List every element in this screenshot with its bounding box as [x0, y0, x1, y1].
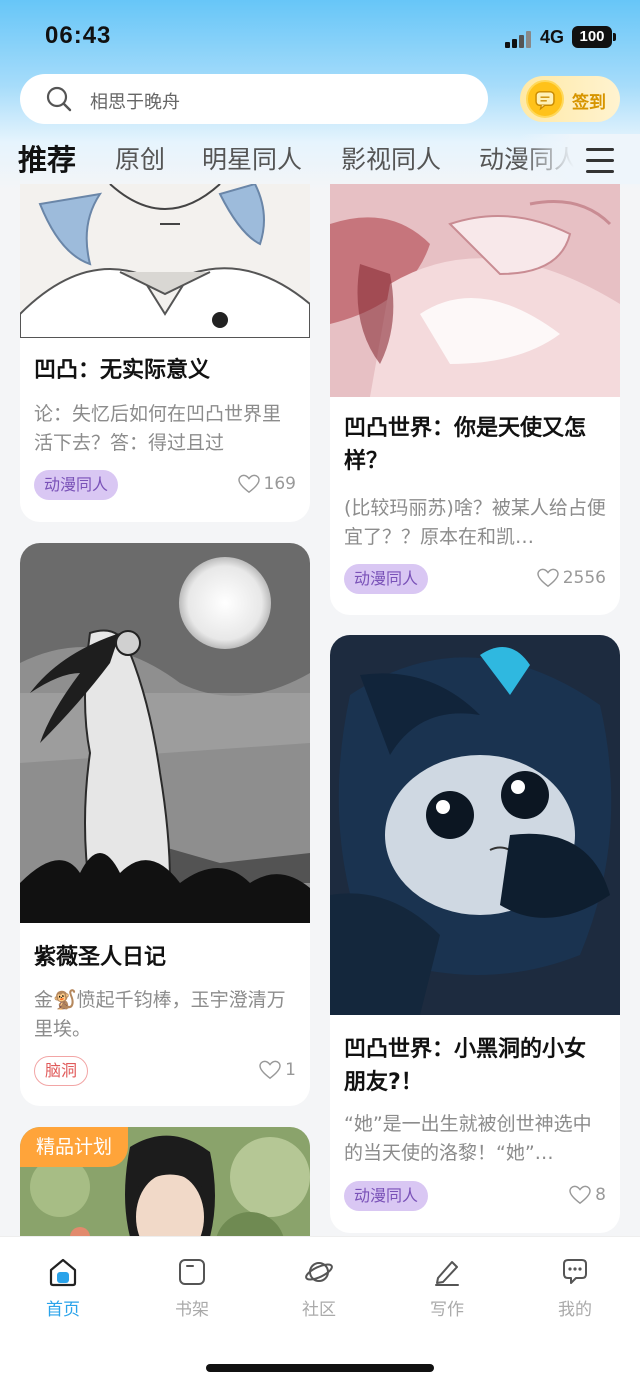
book-description: (比较玛丽苏)啥？被某人给占便宜了？？原本在和凯… [344, 497, 606, 548]
nav-home[interactable]: 首页 [23, 1257, 103, 1320]
battery-icon: 100 [572, 26, 616, 48]
tab-celebrity-fanfic[interactable]: 明星同人 [202, 140, 302, 176]
heart-icon [537, 568, 559, 588]
nav-community-label: 社区 [302, 1300, 336, 1320]
heart-icon [237, 474, 260, 494]
genre-tag[interactable]: 动漫同人 [34, 470, 119, 500]
genre-tag[interactable]: 动漫同人 [344, 1181, 429, 1211]
tabs-fade [520, 134, 640, 184]
book-description: “她”是一出生就被创世神选中的当天使的洛黎！“她”… [344, 1113, 592, 1164]
status-bar: 06:43 4G 100 [0, 0, 640, 76]
nav-profile-label: 我的 [558, 1300, 592, 1320]
bottom-nav: 首页 书架 社区 写作 我的 [0, 1236, 640, 1385]
nav-community[interactable]: 社区 [279, 1257, 359, 1320]
book-description: 论：失忆后如何在凹凸世界里活下去？答：得过且过 [34, 403, 282, 454]
nav-bookshelf[interactable]: 书架 [152, 1257, 232, 1320]
planet-icon [305, 1262, 333, 1282]
book-feed: 凹凸：无实际意义 论：失忆后如何在凹凸世界里活下去？答：得过且过 动漫同人 16… [0, 184, 640, 1236]
book-description: 金🐒愤起千钧棒，玉宇澄清万里埃。 [34, 989, 286, 1040]
book-title: 凹凸：无实际意义 [34, 358, 211, 383]
book-cover [20, 543, 310, 923]
search-placeholder: 相思于晚舟 [90, 92, 180, 113]
book-card[interactable]: 凹凸世界：小黑洞的小女朋友?！ “她”是一出生就被创世神选中的当天使的洛黎！“她… [330, 635, 620, 1233]
book-cover [20, 184, 310, 338]
premium-badge: 精品计划 [20, 1127, 129, 1167]
nav-write[interactable]: 写作 [407, 1257, 487, 1320]
nav-home-label: 首页 [46, 1300, 80, 1320]
like-count-value: 169 [263, 474, 296, 494]
search-icon [46, 86, 72, 112]
tab-recommend[interactable]: 推荐 [18, 137, 76, 179]
menu-icon[interactable] [586, 148, 614, 174]
book-card[interactable]: 紫薇圣人日记 金🐒愤起千钧棒，玉宇澄清万里埃。 脑洞 1 [20, 543, 310, 1106]
nav-profile[interactable]: 我的 [535, 1257, 615, 1320]
heart-icon [569, 1185, 591, 1205]
book-cover [330, 635, 620, 1015]
home-indicator [206, 1364, 434, 1372]
network-label: 4G [540, 27, 565, 47]
book-title: 紫薇圣人日记 [34, 945, 167, 970]
checkin-icon [526, 80, 564, 118]
status-time: 06:43 [45, 22, 112, 49]
book-card[interactable]: 精品计划 [20, 1127, 310, 1236]
checkin-label: 签到 [572, 93, 606, 113]
heart-icon [259, 1060, 281, 1080]
search-input[interactable]: 相思于晚舟 [20, 74, 488, 124]
like-count-value: 2556 [562, 568, 606, 588]
like-count[interactable]: 8 [569, 1185, 606, 1205]
like-count[interactable]: 1 [259, 1060, 296, 1080]
bookshelf-icon [179, 1259, 205, 1285]
category-tabs: 推荐 原创 明星同人 影视同人 动漫同人 [0, 134, 640, 184]
home-icon [49, 1258, 77, 1287]
chat-bubble-icon [563, 1259, 587, 1284]
book-title: 凹凸世界：小黑洞的小女朋友?！ [344, 1037, 587, 1095]
nav-write-label: 写作 [430, 1300, 464, 1320]
nav-bookshelf-label: 书架 [175, 1300, 209, 1320]
tab-original[interactable]: 原创 [115, 140, 165, 176]
book-card[interactable]: 凹凸世界：你是天使又怎样？ (比较玛丽苏)啥？被某人给占便宜了？？原本在和凯… … [330, 184, 620, 615]
like-count-value: 1 [285, 1060, 296, 1080]
book-card[interactable]: 凹凸：无实际意义 论：失忆后如何在凹凸世界里活下去？答：得过且过 动漫同人 16… [20, 184, 310, 522]
genre-tag[interactable]: 动漫同人 [344, 564, 429, 594]
genre-tag[interactable]: 脑洞 [34, 1056, 89, 1086]
checkin-button[interactable]: 签到 [520, 76, 620, 122]
book-cover [330, 184, 620, 397]
pen-icon [435, 1261, 459, 1286]
like-count[interactable]: 2556 [537, 568, 606, 588]
signal-icon [505, 30, 535, 48]
like-count-value: 8 [595, 1185, 606, 1205]
book-title: 凹凸世界：你是天使又怎样？ [344, 416, 587, 474]
like-count[interactable]: 169 [237, 474, 296, 494]
tab-film-fanfic[interactable]: 影视同人 [341, 140, 441, 176]
